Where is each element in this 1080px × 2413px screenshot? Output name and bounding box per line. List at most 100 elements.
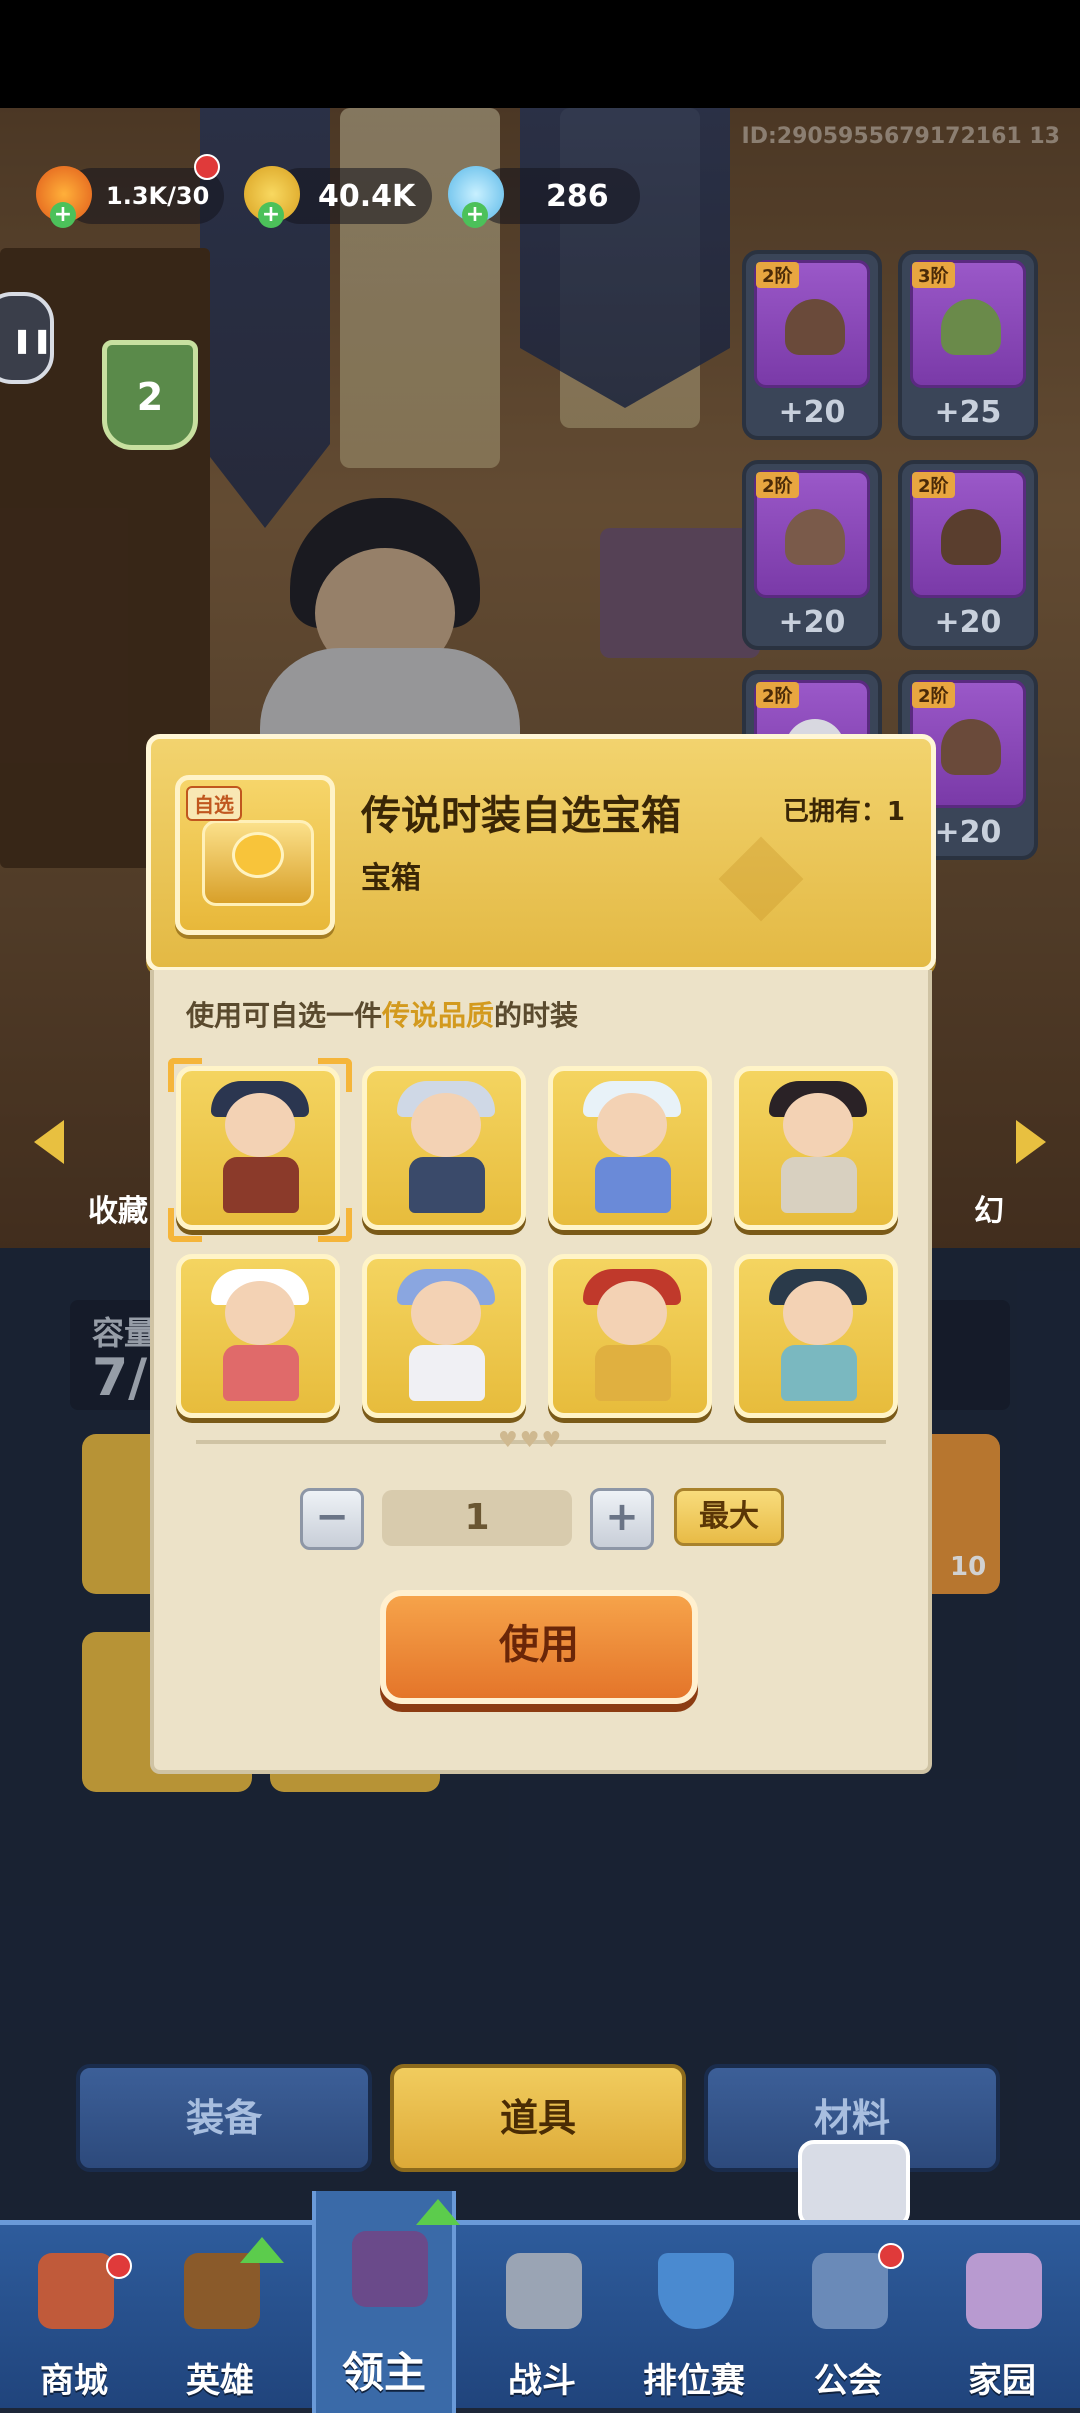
dialog-header: 自选 传说时装自选宝箱 宝箱 已拥有：1 [146, 734, 936, 972]
slot-value: +20 [778, 605, 846, 640]
hero-face [411, 1093, 481, 1157]
nav-heroes[interactable]: 英雄 [148, 2225, 292, 2413]
add-gem-icon[interactable]: + [462, 202, 488, 228]
bottom-nav: 商城 英雄 领主 战斗 排位赛 公会 家园 [0, 2191, 1080, 2413]
slot-tier: 2阶 [756, 472, 799, 498]
nav-label: 排位赛 [643, 2361, 745, 2401]
arrow-right-icon[interactable] [1016, 1120, 1046, 1164]
hero-face [411, 1281, 481, 1345]
guild-castle-icon [812, 2253, 888, 2329]
hero-face [225, 1281, 295, 1345]
quantity-field[interactable]: 1 [382, 1490, 572, 1546]
desc-suffix: 的时装 [494, 999, 579, 1032]
tab-items[interactable]: 道具 [390, 2064, 686, 2172]
notification-dot [106, 2253, 132, 2279]
slot-tier: 3阶 [912, 262, 955, 288]
hero-body [409, 1157, 485, 1213]
add-gold-icon[interactable]: + [258, 202, 284, 228]
collection-label[interactable]: 收藏 [88, 1186, 148, 1230]
selection-corner [318, 1058, 352, 1092]
selection-corner [318, 1208, 352, 1242]
fur-glove-icon [941, 509, 1001, 565]
hero-card-icon [184, 2253, 260, 2329]
gold-counter[interactable]: + 40.4K [244, 166, 432, 228]
slot-value: +25 [934, 395, 1002, 430]
outfit-option-2[interactable] [362, 1066, 526, 1230]
rank-value: 2 [136, 375, 164, 419]
upgrade-arrow-icon [240, 2237, 284, 2263]
nav-battle[interactable]: 战斗 [470, 2225, 614, 2413]
chat-button[interactable]: ❚❚ [0, 292, 54, 384]
hero-face [225, 1093, 295, 1157]
owned-count: 已拥有：1 [782, 797, 905, 827]
equipment-slot-body[interactable]: 3阶 +25 [898, 250, 1038, 440]
use-button[interactable]: 使用 [380, 1590, 698, 1704]
fur-coat-icon [941, 299, 1001, 355]
decor-diamond [718, 836, 804, 922]
stamina-value: 1.3K/30 [106, 182, 210, 210]
desc-prefix: 使用可自选一件 [186, 999, 383, 1032]
outfit-option-8[interactable] [734, 1254, 898, 1418]
outfit-option-5[interactable] [176, 1254, 340, 1418]
decrease-button[interactable]: − [300, 1488, 364, 1550]
nav-ranked[interactable]: 排位赛 [622, 2225, 766, 2413]
ranked-shield-icon [658, 2253, 734, 2329]
hero-body [223, 1345, 299, 1401]
slot-value: +20 [934, 605, 1002, 640]
gem-counter[interactable]: + 286 [448, 166, 640, 228]
arrow-left-icon[interactable] [34, 1120, 64, 1164]
nav-guild[interactable]: 公会 [776, 2225, 920, 2413]
item-type: 宝箱 [361, 861, 421, 896]
rank-badge[interactable]: 2 [102, 340, 198, 450]
lord-banner-icon [352, 2231, 428, 2307]
hero-body [781, 1157, 857, 1213]
outfit-option-4[interactable] [734, 1066, 898, 1230]
battle-swords-icon [506, 2253, 582, 2329]
selection-corner [168, 1058, 202, 1092]
hero-face [783, 1281, 853, 1345]
nav-label: 战斗 [508, 2361, 576, 2401]
notification-dot [194, 154, 220, 180]
outfit-option-6[interactable] [362, 1254, 526, 1418]
item-title: 传说时装自选宝箱 [361, 793, 681, 839]
gem-value: 286 [546, 178, 609, 214]
outfit-option-3[interactable] [548, 1066, 712, 1230]
illusion-label[interactable]: 幻 [974, 1186, 1004, 1230]
add-stamina-icon[interactable]: + [50, 202, 76, 228]
notification-dot [878, 2243, 904, 2269]
fur-hat-icon [785, 299, 845, 355]
equipment-slot-feet[interactable]: 2阶 +20 [742, 460, 882, 650]
chat-icon: ❚❚ [12, 326, 53, 354]
home-castle-icon [966, 2253, 1042, 2329]
hero-face [597, 1281, 667, 1345]
shop-icon [38, 2253, 114, 2329]
gold-value: 40.4K [318, 178, 416, 214]
dialog-description: 使用可自选一件传说品质的时装 [186, 994, 578, 1034]
equipment-slot-hands[interactable]: 2阶 +20 [898, 460, 1038, 650]
chest-item-frame: 自选 [175, 775, 335, 935]
hero-body [595, 1157, 671, 1213]
nav-shop[interactable]: 商城 [2, 2225, 146, 2413]
fur-pants-icon [941, 719, 1001, 775]
fur-boot-icon [785, 509, 845, 565]
equipment-slot-head[interactable]: 2阶 +20 [742, 250, 882, 440]
selection-corner [168, 1208, 202, 1242]
nav-label: 家园 [968, 2361, 1036, 2401]
hero-body [595, 1345, 671, 1401]
hero-face [597, 1093, 667, 1157]
max-button[interactable]: 最大 [674, 1488, 784, 1546]
hero-body [409, 1345, 485, 1401]
divider-ornament: ♥♥♥ [498, 1428, 564, 1453]
optional-tag: 自选 [186, 786, 242, 821]
stamina-counter[interactable]: + 1.3K/30 [36, 154, 224, 228]
handshake-icon[interactable] [798, 2140, 910, 2228]
slot-tier: 2阶 [912, 682, 955, 708]
slot-tier: 2阶 [756, 682, 799, 708]
increase-button[interactable]: + [590, 1488, 654, 1550]
outfit-option-7[interactable] [548, 1254, 712, 1418]
nav-lord[interactable]: 领主 [312, 2191, 460, 2413]
nav-home[interactable]: 家园 [930, 2225, 1074, 2413]
tab-equipment[interactable]: 装备 [76, 2064, 372, 2172]
nav-label: 商城 [40, 2361, 108, 2401]
hero-body [223, 1157, 299, 1213]
